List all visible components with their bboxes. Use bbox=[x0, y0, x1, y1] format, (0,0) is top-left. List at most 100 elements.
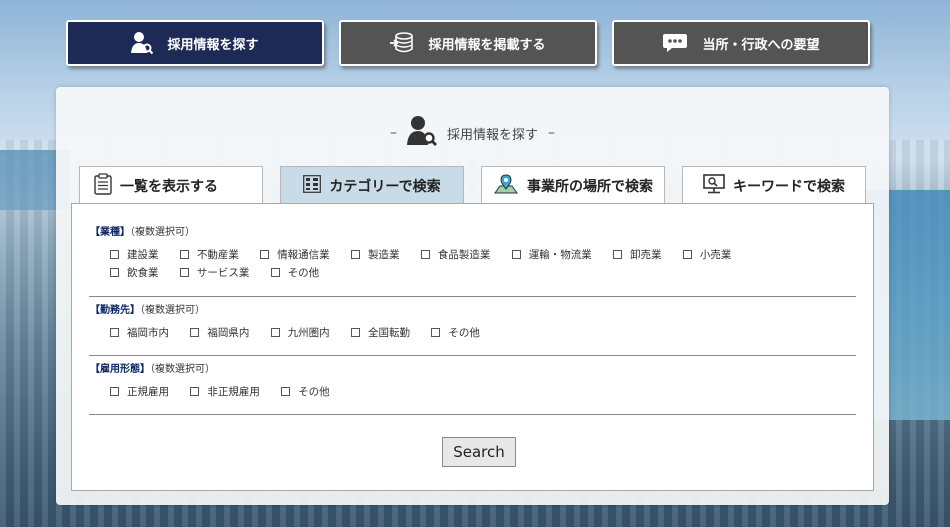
checkbox-option[interactable]: 飲食業 bbox=[110, 264, 159, 282]
panel-title: 採用情報を探す bbox=[446, 127, 538, 143]
checkbox[interactable] bbox=[260, 250, 270, 259]
option-label: その他 bbox=[448, 327, 480, 339]
option-label: 福岡市内 bbox=[127, 327, 169, 339]
industry-options: 建設業 不動産業 情報通信業 製造業 食品製造業 運輸・物流業 卸売業 小売業 … bbox=[90, 246, 856, 282]
workplace-options: 福岡市内 福岡県内 九州圏内 全国転勤 その他 bbox=[90, 324, 856, 342]
checkbox-option[interactable]: 全国転勤 bbox=[351, 324, 410, 342]
employment-options: 正規雇用 非正規雇用 その他 bbox=[90, 383, 856, 401]
checkbox-option[interactable]: 製造業 bbox=[351, 246, 400, 264]
requests-label: 当所・行政への要望 bbox=[702, 37, 820, 53]
search-panel: – 採用情報を探す – 一覧を表示する カテゴリーで検索 事業所の場所で検索 キ… bbox=[56, 87, 889, 505]
option-label: その他 bbox=[298, 386, 330, 398]
checkbox[interactable] bbox=[351, 250, 361, 259]
person-search-icon bbox=[406, 115, 437, 151]
checkbox[interactable] bbox=[190, 387, 200, 396]
checkbox-option[interactable]: サービス業 bbox=[179, 264, 250, 282]
option-label: 製造業 bbox=[368, 249, 400, 261]
panel-heading: – 採用情報を探す – bbox=[56, 113, 889, 153]
employment-section: 【雇用形態】（複数選択可） 正規雇用 非正規雇用 その他 bbox=[90, 360, 856, 401]
checkbox[interactable] bbox=[270, 328, 280, 337]
option-label: 九州圏内 bbox=[287, 327, 330, 339]
option-label: 小売業 bbox=[699, 249, 732, 261]
heading-dash-left: – bbox=[389, 125, 397, 141]
checkbox[interactable] bbox=[420, 250, 430, 259]
checkbox-option[interactable]: 非正規雇用 bbox=[190, 383, 260, 401]
checkbox[interactable] bbox=[511, 250, 521, 259]
clipboard-icon bbox=[94, 172, 112, 199]
section-title: 【勤務先】 bbox=[90, 305, 140, 316]
option-label: 非正規雇用 bbox=[207, 386, 260, 398]
checkbox[interactable] bbox=[270, 268, 280, 277]
checkbox-option[interactable]: 運輸・物流業 bbox=[511, 246, 592, 264]
section-title: 【業種】 bbox=[90, 227, 130, 238]
person-search-icon bbox=[131, 31, 154, 55]
checkbox[interactable] bbox=[281, 387, 291, 396]
option-label: 食品製造業 bbox=[437, 249, 491, 261]
option-label: 飲食業 bbox=[127, 267, 159, 279]
monitor-icon bbox=[703, 173, 725, 198]
speech-bubble-icon bbox=[662, 33, 688, 53]
section-note: （複数選択可） bbox=[150, 364, 215, 375]
checkbox[interactable] bbox=[179, 268, 189, 277]
checkbox-option[interactable]: 情報通信業 bbox=[260, 246, 330, 264]
checkbox[interactable] bbox=[110, 387, 119, 396]
requests-button[interactable]: 当所・行政への要望 bbox=[612, 20, 870, 66]
checkbox[interactable] bbox=[179, 250, 189, 259]
industry-section: 【業種】（複数選択可） 建設業 不動産業 情報通信業 製造業 食品製造業 運輸・… bbox=[90, 223, 856, 282]
checkbox-option[interactable]: その他 bbox=[431, 324, 480, 342]
option-label: 全国転勤 bbox=[368, 327, 411, 339]
option-label: 運輸・物流業 bbox=[528, 249, 592, 261]
checkbox-option[interactable]: 建設業 bbox=[110, 246, 159, 264]
checkbox-option[interactable]: 正規雇用 bbox=[110, 383, 169, 401]
option-label: 情報通信業 bbox=[277, 249, 330, 261]
option-label: サービス業 bbox=[196, 267, 250, 279]
tab-label: キーワードで検索 bbox=[733, 178, 845, 195]
post-jobs-label: 採用情報を掲載する bbox=[428, 37, 546, 53]
checkbox[interactable] bbox=[431, 328, 441, 337]
heading-dash-right: – bbox=[548, 125, 555, 141]
search-button[interactable]: Search bbox=[442, 437, 516, 467]
find-jobs-button[interactable]: 採用情報を探す bbox=[66, 20, 324, 66]
section-divider bbox=[89, 355, 856, 356]
checkbox[interactable] bbox=[190, 328, 200, 337]
section-title: 【雇用形態】 bbox=[90, 364, 150, 375]
section-note: （複数選択可） bbox=[130, 227, 195, 238]
option-label: 不動産業 bbox=[196, 249, 239, 261]
checkbox[interactable] bbox=[110, 268, 119, 277]
category-grid-icon bbox=[303, 174, 322, 197]
checkbox-option[interactable]: その他 bbox=[281, 383, 330, 401]
map-pin-icon bbox=[493, 173, 519, 198]
tab-category-search[interactable]: カテゴリーで検索 bbox=[280, 166, 464, 204]
option-label: 福岡県内 bbox=[207, 327, 250, 339]
category-search-form: 【業種】（複数選択可） 建設業 不動産業 情報通信業 製造業 食品製造業 運輸・… bbox=[71, 203, 874, 491]
section-divider bbox=[89, 296, 856, 297]
checkbox-option[interactable]: 九州圏内 bbox=[270, 324, 330, 342]
tab-location-search[interactable]: 事業所の場所で検索 bbox=[481, 166, 665, 204]
checkbox[interactable] bbox=[613, 250, 623, 259]
option-label: 正規雇用 bbox=[127, 386, 169, 398]
database-add-icon bbox=[390, 32, 414, 54]
tab-keyword-search[interactable]: キーワードで検索 bbox=[682, 166, 866, 204]
checkbox-option[interactable]: 食品製造業 bbox=[420, 246, 491, 264]
checkbox-option[interactable]: 福岡市内 bbox=[110, 324, 169, 342]
checkbox[interactable] bbox=[110, 328, 119, 337]
checkbox-option[interactable]: 小売業 bbox=[682, 246, 732, 264]
section-heading: 【業種】（複数選択可） bbox=[90, 223, 856, 238]
checkbox[interactable] bbox=[110, 250, 119, 259]
checkbox-option[interactable]: 福岡県内 bbox=[190, 324, 249, 342]
checkbox-option[interactable]: 不動産業 bbox=[179, 246, 239, 264]
checkbox[interactable] bbox=[351, 328, 361, 337]
checkbox[interactable] bbox=[682, 250, 692, 259]
section-divider bbox=[89, 414, 856, 415]
checkbox-option[interactable]: その他 bbox=[270, 264, 320, 282]
top-navigation: 採用情報を探す 採用情報を掲載する 当所・行政への要望 bbox=[66, 20, 872, 68]
tab-label: 一覧を表示する bbox=[120, 178, 218, 195]
option-label: 卸売業 bbox=[630, 249, 662, 261]
tab-label: カテゴリーで検索 bbox=[329, 178, 441, 195]
section-heading: 【勤務先】（複数選択可） bbox=[90, 301, 856, 316]
option-label: その他 bbox=[287, 267, 320, 279]
tab-list-view[interactable]: 一覧を表示する bbox=[79, 166, 263, 204]
section-heading: 【雇用形態】（複数選択可） bbox=[90, 360, 856, 375]
checkbox-option[interactable]: 卸売業 bbox=[613, 246, 662, 264]
post-jobs-button[interactable]: 採用情報を掲載する bbox=[339, 20, 597, 66]
